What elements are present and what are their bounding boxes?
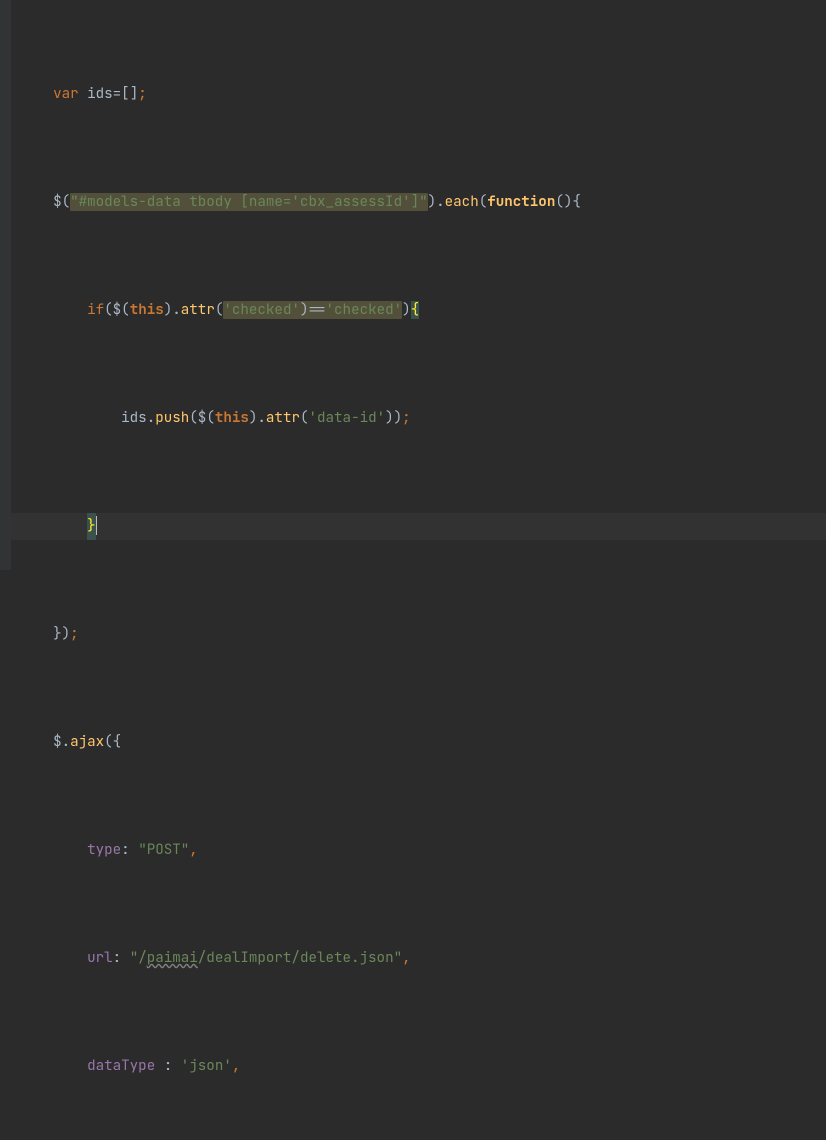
code-line[interactable]: dataType : 'json', <box>11 1053 826 1080</box>
string-selector: "#models-data tbody [name='cbx_assessId'… <box>70 193 428 211</box>
method-attr: attr <box>266 409 300 427</box>
dollar: $ <box>53 733 62 751</box>
string-checked: 'checked' <box>223 301 300 319</box>
method-push: push <box>155 409 189 427</box>
keyword-var: var <box>53 85 79 103</box>
code-line-current[interactable]: } <box>11 513 826 540</box>
prop-type: type <box>87 841 121 859</box>
code-line[interactable]: var ids=[]; <box>11 81 826 108</box>
identifier: ids <box>87 85 113 103</box>
code-line[interactable]: type: "POST", <box>11 837 826 864</box>
code-line[interactable]: $.ajax({ <box>11 729 826 756</box>
punct: =[] <box>113 85 139 103</box>
prop-url: url <box>87 949 113 967</box>
string-post: "POST" <box>138 841 189 859</box>
keyword-if: if <box>87 301 104 319</box>
method-ajax: ajax <box>70 733 104 751</box>
method-attr: attr <box>181 301 215 319</box>
code-editor[interactable]: var ids=[]; $("#models-data tbody [name=… <box>11 0 826 1140</box>
code-line[interactable]: }); <box>11 621 826 648</box>
string-json: 'json' <box>181 1057 232 1075</box>
eqeq: == <box>309 301 326 319</box>
dollar: $ <box>113 301 122 319</box>
code-line[interactable]: url: "/paimai/dealImport/delete.json", <box>11 945 826 972</box>
string-checked: 'checked' <box>326 301 403 319</box>
gutter <box>0 0 11 570</box>
code-line[interactable]: ids.push($(this).attr('data-id')); <box>11 405 826 432</box>
string-data-id: 'data-id' <box>309 409 386 427</box>
identifier: ids <box>121 409 147 427</box>
keyword-function: function <box>487 193 555 211</box>
keyword-this: this <box>215 409 249 427</box>
brace-close: } <box>87 513 96 540</box>
method-each: each <box>445 193 479 211</box>
prop-datatype: dataType <box>87 1057 155 1075</box>
code-line[interactable]: if($(this).attr('checked')=='checked'){ <box>11 297 826 324</box>
string-url: "/paimai/dealImport/delete.json" <box>130 949 402 967</box>
keyword-this: this <box>130 301 164 319</box>
dollar: $ <box>53 193 62 211</box>
code-line[interactable]: $("#models-data tbody [name='cbx_assessI… <box>11 189 826 216</box>
